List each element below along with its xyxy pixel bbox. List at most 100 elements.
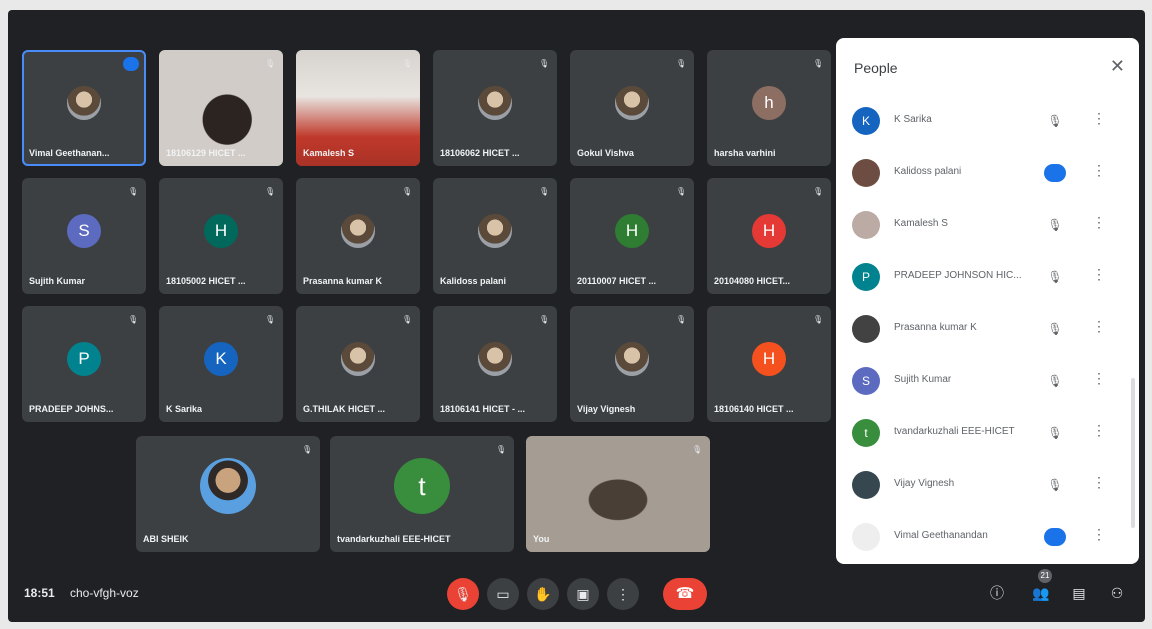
avatar: P (852, 263, 880, 291)
participant-name: K Sarika (166, 404, 203, 414)
more-vert-icon[interactable]: ⋮ (1092, 110, 1106, 127)
people-list-item[interactable]: t tvandarkuzhali EEE-HICET 🎙 ⋮ (836, 408, 1139, 460)
participant-name: 18106140 HICET ... (714, 404, 794, 414)
close-icon[interactable]: ✕ (1110, 56, 1125, 77)
participant-tile[interactable]: K 🎙 K Sarika (159, 306, 283, 422)
meet-window: Vimal Geethanan... 🎙 18106129 HICET ... 🎙 Ka… (8, 10, 1145, 622)
mic-off-icon: 🎙 (1047, 218, 1063, 232)
participant-tile[interactable]: 🎙 18106141 HICET - ... (433, 306, 557, 422)
participant-name: 18106141 HICET - ... (440, 404, 526, 414)
person-name: Kamalesh S (894, 218, 948, 229)
avatar (852, 159, 880, 187)
meeting-time: 18:51 (24, 586, 55, 600)
participant-name: 18105002 HICET ... (166, 276, 246, 286)
participant-photo (478, 214, 512, 248)
participant-tile[interactable]: 🎙 Gokul Vishva (570, 50, 694, 166)
participant-photo (615, 86, 649, 120)
participant-photo (615, 342, 649, 376)
more-vert-icon[interactable]: ⋮ (1092, 474, 1106, 491)
participant-tile[interactable]: 🎙 You (526, 436, 710, 552)
participant-tile[interactable]: H 🎙 20110007 HICET ... (570, 178, 694, 294)
info-icon[interactable]: ⓘ (986, 582, 1008, 604)
bottom-bar: 18:51 cho-vfgh-voz 🎙 ▭ ✋ ▣ ⋮ ☎ ⓘ 👥 21 ▤ … (8, 560, 1145, 622)
participant-tile[interactable]: 🎙 G.THILAK HICET ... (296, 306, 420, 422)
participant-tile[interactable]: 🎙 18106062 HICET ... (433, 50, 557, 166)
person-name: K Sarika (894, 114, 932, 125)
people-list-item[interactable]: P PRADEEP JOHNSON HIC... 🎙 ⋮ (836, 252, 1139, 304)
people-scrollbar[interactable] (1131, 378, 1135, 528)
person-name: Sujith Kumar (894, 374, 952, 385)
participant-tile[interactable]: H 🎙 18105002 HICET ... (159, 178, 283, 294)
person-name: Vijay Vignesh (894, 478, 955, 489)
participant-name: You (533, 534, 550, 544)
avatar: S (852, 367, 880, 395)
more-vert-icon[interactable]: ⋮ (1092, 526, 1106, 543)
participant-tile[interactable]: Vimal Geethanan... (22, 50, 146, 166)
participant-tile[interactable]: S 🎙 Sujith Kumar (22, 178, 146, 294)
mic-off-icon: 🎙 (1047, 270, 1063, 284)
more-vert-icon[interactable]: ⋮ (1092, 162, 1106, 179)
participant-photo (200, 458, 256, 514)
person-name: Kalidoss palani (894, 166, 962, 177)
mic-off-icon: 🎙 (1047, 374, 1063, 388)
more-vert-icon[interactable]: ⋮ (1092, 214, 1106, 231)
people-list-item[interactable]: Vimal Geethanandan ⋮ (836, 512, 1139, 564)
mic-off-icon[interactable]: 🎙 (447, 578, 479, 610)
participant-name: Sujith Kumar (29, 276, 86, 286)
camera-off-icon[interactable]: ▭ (487, 578, 519, 610)
mic-off-icon: 🎙 (265, 315, 276, 324)
people-list-item[interactable]: Kalidoss palani ⋮ (836, 148, 1139, 200)
participant-tile[interactable]: 🎙 ABI SHEIK (136, 436, 320, 552)
people-list-item[interactable]: Prasanna kumar K 🎙 ⋮ (836, 304, 1139, 356)
meeting-code: cho-vfgh-voz (70, 586, 139, 600)
participant-photo (478, 342, 512, 376)
participant-avatar: H (615, 214, 649, 248)
people-list-item[interactable]: K K Sarika 🎙 ⋮ (836, 96, 1139, 148)
avatar (852, 523, 880, 551)
participant-avatar: H (752, 214, 786, 248)
avatar: K (852, 107, 880, 135)
mic-off-icon: 🎙 (1047, 426, 1063, 440)
more-vert-icon[interactable]: ⋮ (1092, 318, 1106, 335)
participant-name: Kalidoss palani (440, 276, 507, 286)
people-list-item[interactable]: S Sujith Kumar 🎙 ⋮ (836, 356, 1139, 408)
chat-icon[interactable]: ▤ (1068, 582, 1090, 604)
participant-tile[interactable]: 🎙 Vijay Vignesh (570, 306, 694, 422)
participant-name: PRADEEP JOHNS... (29, 404, 114, 414)
speaking-indicator-icon (1044, 528, 1066, 546)
mic-off-icon: 🎙 (692, 445, 703, 454)
raise-hand-icon[interactable]: ✋ (527, 578, 559, 610)
activities-icon[interactable]: ⚇ (1106, 582, 1128, 604)
participant-tile[interactable]: 🎙 18106129 HICET ... (159, 50, 283, 166)
people-list-item[interactable]: Vijay Vignesh 🎙 ⋮ (836, 460, 1139, 512)
mic-off-icon: 🎙 (402, 187, 413, 196)
participant-tile[interactable]: 🎙 Kalidoss palani (433, 178, 557, 294)
participant-name: harsha varhini (714, 148, 776, 158)
participant-tile[interactable]: h 🎙 harsha varhini (707, 50, 831, 166)
avatar: t (852, 419, 880, 447)
mic-off-icon: 🎙 (813, 187, 824, 196)
avatar (852, 315, 880, 343)
mic-off-icon: 🎙 (539, 315, 550, 324)
participant-tile[interactable]: H 🎙 18106140 HICET ... (707, 306, 831, 422)
participant-tile[interactable]: t 🎙 tvandarkuzhali EEE-HICET (330, 436, 514, 552)
more-vert-icon[interactable]: ⋮ (607, 578, 639, 610)
participant-tile[interactable]: 🎙 Kamalesh S (296, 50, 420, 166)
participant-name: Vimal Geethanan... (29, 148, 110, 158)
end-call-icon[interactable]: ☎ (663, 578, 707, 610)
people-list-item[interactable]: Kamalesh S 🎙 ⋮ (836, 200, 1139, 252)
present-icon[interactable]: ▣ (567, 578, 599, 610)
mic-off-icon: 🎙 (128, 187, 139, 196)
more-vert-icon[interactable]: ⋮ (1092, 422, 1106, 439)
participant-tile[interactable]: P 🎙 PRADEEP JOHNS... (22, 306, 146, 422)
participant-name: Gokul Vishva (577, 148, 634, 158)
participant-tile[interactable]: 🎙 Prasanna kumar K (296, 178, 420, 294)
people-icon[interactable]: 👥 (1030, 582, 1052, 604)
participant-tile[interactable]: H 🎙 20104080 HICET... (707, 178, 831, 294)
mic-off-icon: 🎙 (265, 59, 276, 68)
mic-off-icon: 🎙 (813, 59, 824, 68)
participant-name: Prasanna kumar K (303, 276, 383, 286)
participant-name: ABI SHEIK (143, 534, 189, 544)
more-vert-icon[interactable]: ⋮ (1092, 370, 1106, 387)
more-vert-icon[interactable]: ⋮ (1092, 266, 1106, 283)
